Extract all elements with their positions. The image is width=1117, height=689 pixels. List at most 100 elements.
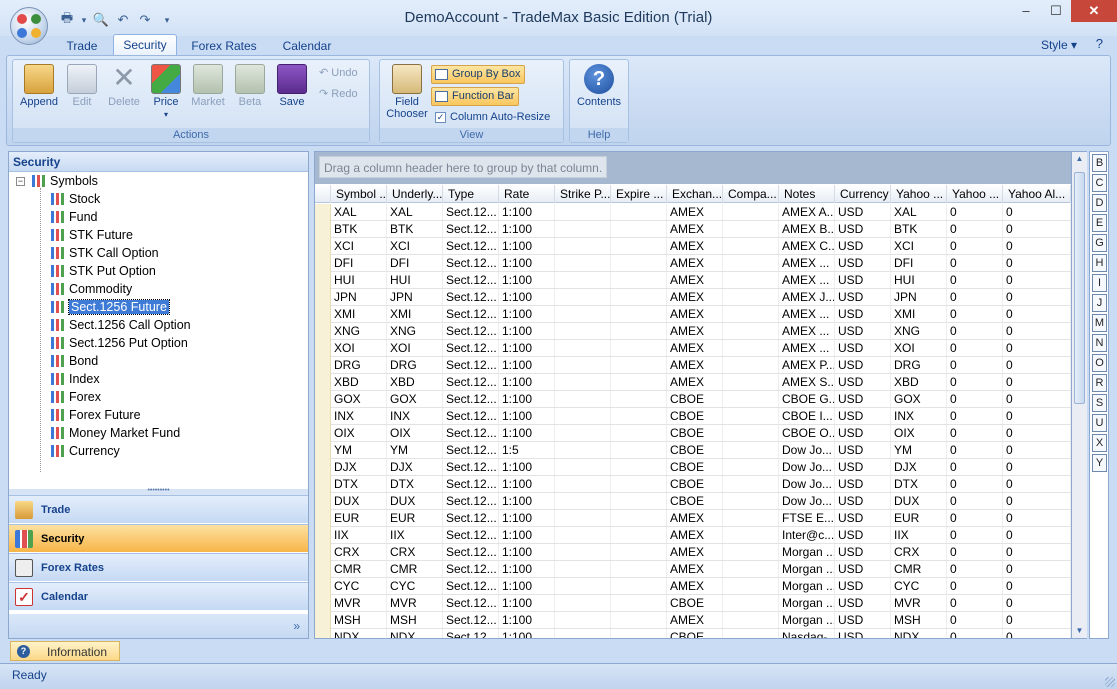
alpha-index-button[interactable]: S — [1092, 394, 1107, 412]
scroll-down-icon[interactable]: ▼ — [1072, 624, 1087, 638]
row-indicator[interactable] — [315, 323, 331, 340]
table-row[interactable]: XMI XMI Sect.12... 1:100 AMEX AMEX ... USD XMI 0… — [315, 306, 1071, 323]
tree-item[interactable]: Fund — [51, 208, 98, 226]
tree-item[interactable]: Stock — [51, 190, 100, 208]
alpha-index-button[interactable]: E — [1092, 214, 1107, 232]
table-row[interactable]: XOI XOI Sect.12... 1:100 AMEX AMEX ... USD XOI 0… — [315, 340, 1071, 357]
table-row[interactable]: CRX CRX Sect.12... 1:100 AMEX Morgan ... USD CR… — [315, 544, 1071, 561]
scroll-thumb[interactable] — [1074, 172, 1085, 404]
scroll-up-icon[interactable]: ▲ — [1072, 152, 1087, 166]
row-indicator[interactable] — [315, 408, 331, 425]
table-row[interactable]: JPN JPN Sect.12... 1:100 AMEX AMEX J... USD JPN… — [315, 289, 1071, 306]
tree-item[interactable]: STK Put Option — [51, 262, 156, 280]
row-indicator[interactable] — [315, 476, 331, 493]
tab-forex-rates[interactable]: Forex Rates — [186, 36, 262, 56]
row-indicator[interactable] — [315, 374, 331, 391]
undo-button[interactable]: ↶ Undo — [319, 66, 358, 79]
row-indicator[interactable] — [315, 238, 331, 255]
column-header[interactable]: Strike P... — [555, 185, 611, 203]
row-indicator[interactable] — [315, 595, 331, 612]
nav-security[interactable]: Security — [9, 524, 308, 552]
tab-calendar[interactable]: Calendar — [272, 36, 342, 56]
help-icon[interactable]: ? — [1096, 36, 1103, 51]
tree-root-symbols[interactable]: Symbols — [32, 172, 98, 190]
table-row[interactable]: YM YM Sect.12... 1:5 CBOE Dow Jo... USD YM 0 0 — [315, 442, 1071, 459]
row-indicator[interactable] — [315, 221, 331, 238]
save-button[interactable]: Save — [271, 64, 313, 108]
table-row[interactable]: XNG XNG Sect.12... 1:100 AMEX AMEX ... USD XNG 0… — [315, 323, 1071, 340]
nav-configure-button[interactable]: » — [9, 614, 308, 638]
tree-item[interactable]: Sect.1256 Call Option — [51, 316, 191, 334]
table-row[interactable]: NDX NDX Sect.12... 1:100 CBOE Nasdaq-... USD ND… — [315, 629, 1071, 638]
collapse-icon[interactable]: − — [16, 177, 25, 186]
append-button[interactable]: Append — [18, 64, 60, 108]
alpha-index-button[interactable]: H — [1092, 254, 1107, 272]
column-header[interactable]: Expire ... — [611, 185, 667, 203]
row-indicator[interactable] — [315, 272, 331, 289]
tree-item[interactable]: STK Future — [51, 226, 133, 244]
row-indicator[interactable] — [315, 442, 331, 459]
row-indicator[interactable] — [315, 544, 331, 561]
tab-trade[interactable]: Trade — [56, 36, 108, 56]
redo-button[interactable]: ↷ Redo — [319, 87, 358, 100]
row-indicator[interactable] — [315, 255, 331, 272]
table-row[interactable]: INX INX Sect.12... 1:100 CBOE CBOE I... USD INX… — [315, 408, 1071, 425]
table-row[interactable]: DRG DRG Sect.12... 1:100 AMEX AMEX P... USD DRG… — [315, 357, 1071, 374]
table-row[interactable]: EUR EUR Sect.12... 1:100 AMEX FTSE E... USD EUR… — [315, 510, 1071, 527]
tree-item[interactable]: Sect.1256 Put Option — [51, 334, 188, 352]
grid-scrollbar[interactable]: ▲ ▼ — [1072, 151, 1087, 639]
alpha-index-button[interactable]: G — [1092, 234, 1107, 252]
column-header[interactable]: Compa... — [723, 185, 779, 203]
information-tab[interactable]: ? Information — [10, 641, 120, 661]
maximize-button[interactable]: ☐ — [1041, 0, 1071, 22]
table-row[interactable]: HUI HUI Sect.12... 1:100 AMEX AMEX ... USD HUI 0… — [315, 272, 1071, 289]
row-indicator[interactable] — [315, 425, 331, 442]
alpha-index-button[interactable]: O — [1092, 354, 1107, 372]
group-by-box[interactable]: Drag a column header here to group by th… — [315, 152, 1071, 184]
column-header[interactable]: Exchan... — [667, 185, 723, 203]
price-button[interactable]: Price ▾ — [145, 64, 187, 120]
tab-security[interactable]: Security — [113, 34, 177, 56]
resize-grip[interactable] — [1105, 677, 1115, 687]
row-indicator[interactable] — [315, 561, 331, 578]
row-indicator[interactable] — [315, 493, 331, 510]
tree-item[interactable]: Bond — [51, 352, 98, 370]
row-indicator[interactable] — [315, 357, 331, 374]
table-row[interactable]: DJX DJX Sect.12... 1:100 CBOE Dow Jo... USD DJX… — [315, 459, 1071, 476]
column-header[interactable]: Type — [443, 185, 499, 203]
minimize-button[interactable]: – — [1011, 0, 1041, 22]
alpha-index-button[interactable]: B — [1092, 154, 1107, 172]
alpha-index-button[interactable]: N — [1092, 334, 1107, 352]
nav-trade[interactable]: Trade — [9, 495, 308, 523]
row-indicator[interactable] — [315, 612, 331, 629]
alpha-index-button[interactable]: D — [1092, 194, 1107, 212]
table-row[interactable]: DFI DFI Sect.12... 1:100 AMEX AMEX ... USD DFI 0… — [315, 255, 1071, 272]
tree-item[interactable]: Currency — [51, 442, 120, 460]
column-header[interactable]: Underly... — [387, 185, 443, 203]
beta-button[interactable]: Beta — [229, 64, 271, 108]
table-row[interactable]: XCI XCI Sect.12... 1:100 AMEX AMEX C... USD XCI… — [315, 238, 1071, 255]
alpha-index-button[interactable]: X — [1092, 434, 1107, 452]
table-row[interactable]: DTX DTX Sect.12... 1:100 CBOE Dow Jo... USD DTX… — [315, 476, 1071, 493]
style-menu[interactable]: Style ▾ — [1041, 38, 1077, 52]
close-button[interactable]: ✕ — [1071, 0, 1117, 22]
row-indicator[interactable] — [315, 629, 331, 638]
column-header[interactable]: Rate — [499, 185, 555, 203]
alpha-index-button[interactable]: C — [1092, 174, 1107, 192]
row-indicator[interactable] — [315, 306, 331, 323]
group-by-box-button[interactable]: Group By Box — [431, 65, 526, 84]
column-header[interactable]: Yahoo ... — [947, 185, 1003, 203]
row-indicator[interactable] — [315, 391, 331, 408]
edit-button[interactable]: Edit — [61, 64, 103, 108]
tree-item[interactable]: Money Market Fund — [51, 424, 180, 442]
column-header[interactable]: Yahoo Al... — [1003, 185, 1071, 203]
table-row[interactable]: BTK BTK Sect.12... 1:100 AMEX AMEX B... USD BTK… — [315, 221, 1071, 238]
alpha-index-button[interactable]: R — [1092, 374, 1107, 392]
tree-item[interactable]: STK Call Option — [51, 244, 159, 262]
table-row[interactable]: DUX DUX Sect.12... 1:100 CBOE Dow Jo... USD DUX… — [315, 493, 1071, 510]
table-row[interactable]: XAL XAL Sect.12... 1:100 AMEX AMEX A... USD XAL… — [315, 204, 1071, 221]
table-row[interactable]: CMR CMR Sect.12... 1:100 AMEX Morgan ... USD CM… — [315, 561, 1071, 578]
alpha-index-button[interactable]: U — [1092, 414, 1107, 432]
row-indicator[interactable] — [315, 340, 331, 357]
row-indicator[interactable] — [315, 204, 331, 221]
